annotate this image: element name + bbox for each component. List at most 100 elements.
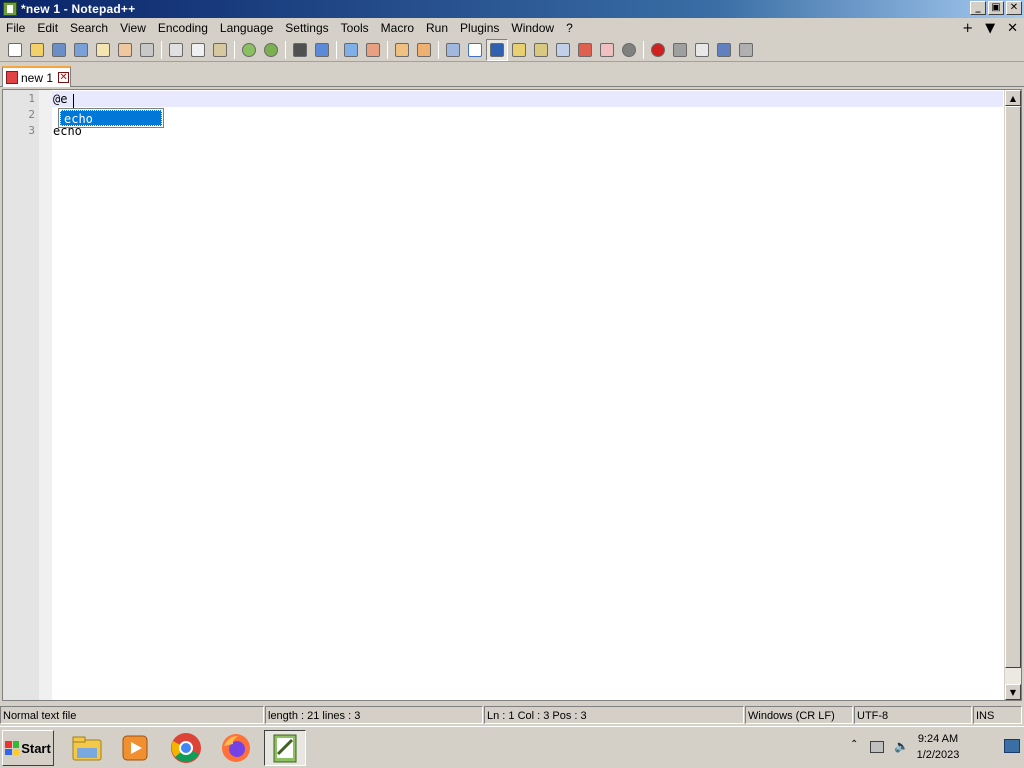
scroll-down-button[interactable]: ▼ [1005,684,1021,700]
media-player-icon[interactable] [114,730,156,766]
new-file-icon[interactable] [4,39,26,61]
paste-icon[interactable] [209,39,231,61]
toolbar-separator [643,40,644,59]
menu-right-controls: + ▼ ✕ [962,18,1018,38]
sync-vertical-icon[interactable] [391,39,413,61]
window-controls: _ ▣ ✕ [970,1,1022,15]
menu-run[interactable]: Run [420,18,454,38]
firefox-icon[interactable] [215,730,257,766]
vertical-scrollbar[interactable]: ▲ ▼ [1004,90,1021,700]
system-clock[interactable]: 9:24 AM 1/2/2023 [908,731,968,763]
close-all-icon[interactable] [114,39,136,61]
status-length: length : 21 lines : 3 [265,706,483,724]
window-title: *new 1 - Notepad++ [21,2,136,16]
minimize-button[interactable]: _ [970,1,986,15]
status-eol[interactable]: Windows (CR LF) [745,706,853,724]
zoom-out-icon[interactable] [362,39,384,61]
redo-icon[interactable] [260,39,282,61]
tab-close-icon[interactable]: ✕ [58,72,70,83]
autocomplete-item[interactable]: echo [60,110,162,126]
open-file-icon[interactable] [26,39,48,61]
restore-button[interactable]: ▣ [988,1,1004,15]
udl-icon[interactable] [508,39,530,61]
code-line-1[interactable]: @e [53,91,67,107]
line-number: 3 [28,124,35,137]
doc-list-icon[interactable] [596,39,618,61]
toolbar-separator [438,40,439,59]
autocomplete-popup[interactable]: echo [58,108,164,128]
clock-time: 9:24 AM [917,733,959,745]
replace-icon[interactable] [311,39,333,61]
run-macro-multiple-icon[interactable] [713,39,735,61]
add-tab-button[interactable]: + [962,21,973,36]
tab-new-1[interactable]: new 1 ✕ [2,66,71,87]
playback-macro-icon[interactable] [691,39,713,61]
status-bar: Normal text file length : 21 lines : 3 L… [0,705,1024,725]
menu-edit[interactable]: Edit [31,18,64,38]
menu-window[interactable]: Window [505,18,560,38]
print-icon[interactable] [136,39,158,61]
indent-guide-icon[interactable] [486,38,508,61]
monitoring-icon[interactable] [618,39,640,61]
menu-help[interactable]: ? [560,18,579,38]
line-number-gutter: 1 2 3 [3,90,39,700]
toolbar-separator [234,40,235,59]
save-all-icon[interactable] [70,39,92,61]
notepadpp-icon [3,2,17,16]
copy-icon[interactable] [187,39,209,61]
taskbar: Start ⌃ 🔈 9:24 AM 1/2/2023 [0,726,1024,768]
title-bar: *new 1 - Notepad++ _ ▣ ✕ [0,0,1024,18]
word-wrap-icon[interactable] [442,39,464,61]
fold-margin[interactable] [39,90,52,700]
clock-date: 1/2/2023 [916,749,960,761]
save-macro-icon[interactable] [735,39,757,61]
menu-settings[interactable]: Settings [279,18,334,38]
folder-as-workspace-icon[interactable] [574,39,596,61]
status-insert-mode[interactable]: INS [973,706,1022,724]
doc-map-icon[interactable] [530,39,552,61]
menu-bar: File Edit Search View Encoding Language … [0,18,1024,38]
scroll-thumb[interactable] [1005,106,1021,668]
i-beam-cursor [73,94,74,108]
show-desktop-icon[interactable] [1004,739,1020,753]
start-label: Start [21,740,51,756]
show-all-chars-icon[interactable] [464,39,486,61]
menu-plugins[interactable]: Plugins [454,18,505,38]
close-file-icon[interactable] [92,39,114,61]
menu-macro[interactable]: Macro [375,18,420,38]
menu-encoding[interactable]: Encoding [152,18,214,38]
menu-tools[interactable]: Tools [335,18,375,38]
toolbar-separator [387,40,388,59]
close-button[interactable]: ✕ [1006,1,1022,15]
tab-bar: new 1 ✕ [0,63,1024,87]
menu-language[interactable]: Language [214,18,279,38]
line-number: 1 [28,92,35,105]
chrome-icon[interactable] [165,730,207,766]
unsaved-doc-icon [6,71,18,84]
cut-icon[interactable] [165,39,187,61]
tray-expand-icon[interactable]: ⌃ [850,739,858,750]
start-button[interactable]: Start [2,730,54,766]
toolbar-separator [285,40,286,59]
scroll-up-button[interactable]: ▲ [1005,90,1021,106]
line-number: 2 [28,108,35,121]
record-macro-icon[interactable] [647,39,669,61]
find-icon[interactable] [289,39,311,61]
close-doc-button[interactable]: ✕ [1007,21,1018,36]
menu-file[interactable]: File [0,18,31,38]
undo-icon[interactable] [238,39,260,61]
zoom-in-icon[interactable] [340,39,362,61]
stop-record-icon[interactable] [669,39,691,61]
function-list-icon[interactable] [552,39,574,61]
status-filetype: Normal text file [0,706,264,724]
file-explorer-icon[interactable] [66,730,108,766]
notepadpp-icon[interactable] [264,730,306,766]
volume-icon[interactable]: 🔈 [894,739,909,753]
save-icon[interactable] [48,39,70,61]
menu-search[interactable]: Search [64,18,114,38]
network-icon[interactable] [870,741,884,753]
sync-horizontal-icon[interactable] [413,39,435,61]
tab-list-button[interactable]: ▼ [985,21,995,36]
editor[interactable]: 1 2 3 @e echo echo ▲ ▼ [2,89,1022,701]
menu-view[interactable]: View [114,18,152,38]
